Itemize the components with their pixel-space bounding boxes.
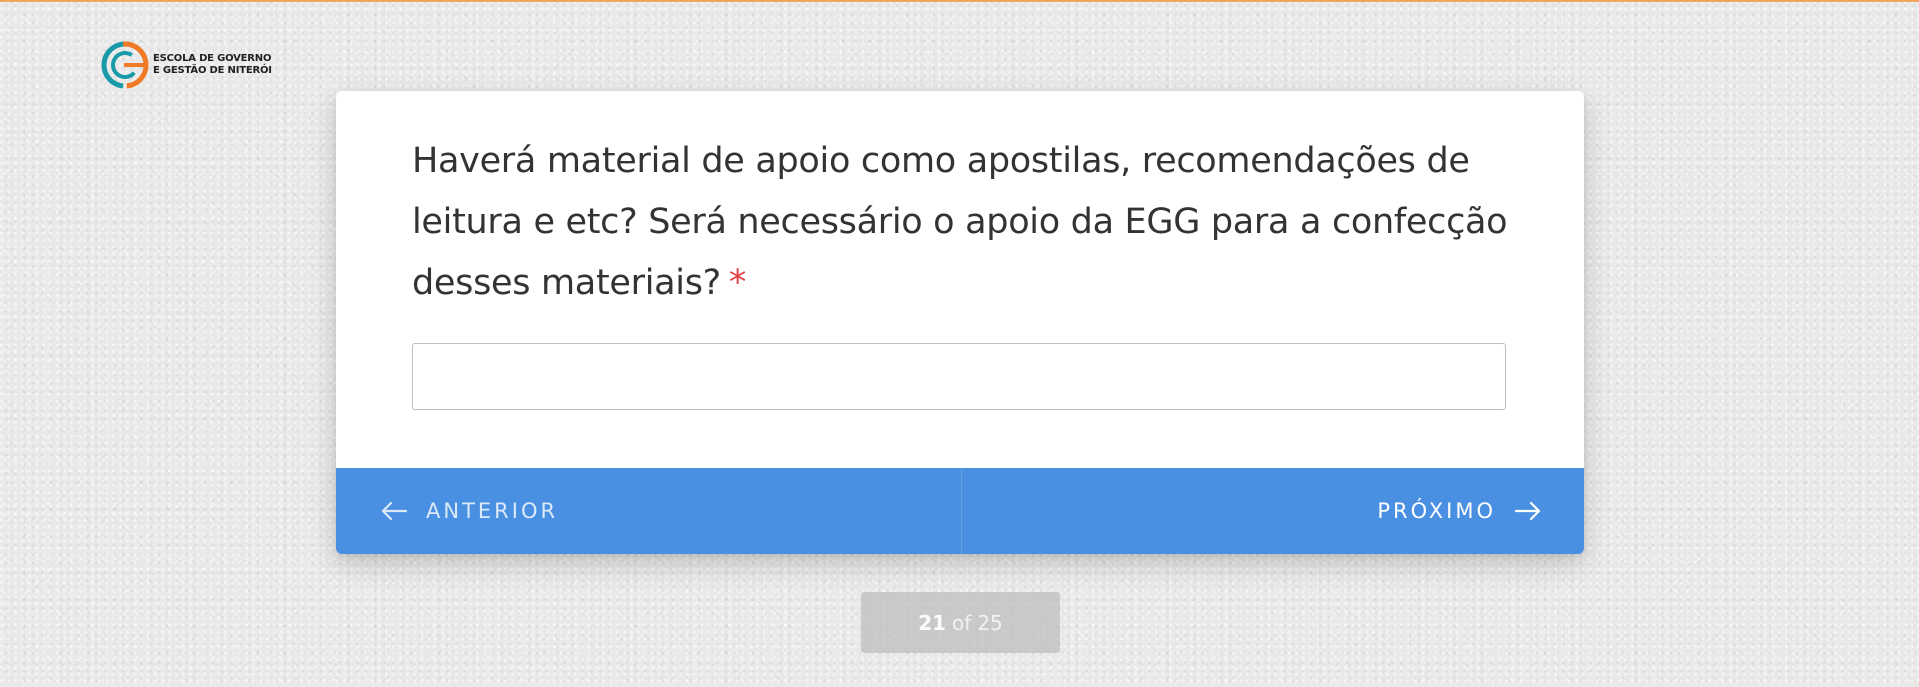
arrow-left-icon xyxy=(381,501,408,521)
arrow-right-icon xyxy=(1514,501,1541,521)
previous-button-label: ANTERIOR xyxy=(426,499,559,523)
answer-input[interactable] xyxy=(412,343,1506,410)
next-button-label: PRÓXIMO xyxy=(1377,499,1496,523)
progress-indicator: 21 of 25 xyxy=(861,592,1060,653)
logo: ESCOLA DE GOVERNO E GESTÃO DE NITERÓI xyxy=(100,40,272,90)
next-button[interactable]: PRÓXIMO xyxy=(962,468,1585,554)
top-accent-line xyxy=(0,0,1919,2)
progress-total: 25 xyxy=(977,610,1003,635)
navigation-bar: ANTERIOR PRÓXIMO xyxy=(336,468,1584,554)
question-text: Haverá material de apoio como apostilas,… xyxy=(412,141,1508,303)
required-marker: * xyxy=(728,263,747,303)
question-card: Haverá material de apoio como apostilas,… xyxy=(336,91,1584,554)
progress-separator: of xyxy=(952,610,972,635)
progress-current: 21 xyxy=(918,610,947,635)
logo-text: ESCOLA DE GOVERNO E GESTÃO DE NITERÓI xyxy=(153,53,272,77)
logo-text-line1: ESCOLA DE GOVERNO xyxy=(153,53,272,64)
logo-mark-icon xyxy=(101,41,149,89)
logo-text-line2: E GESTÃO DE NITERÓI xyxy=(153,65,272,76)
question-text-block: Haverá material de apoio como apostilas,… xyxy=(412,131,1512,314)
previous-button[interactable]: ANTERIOR xyxy=(336,468,962,554)
